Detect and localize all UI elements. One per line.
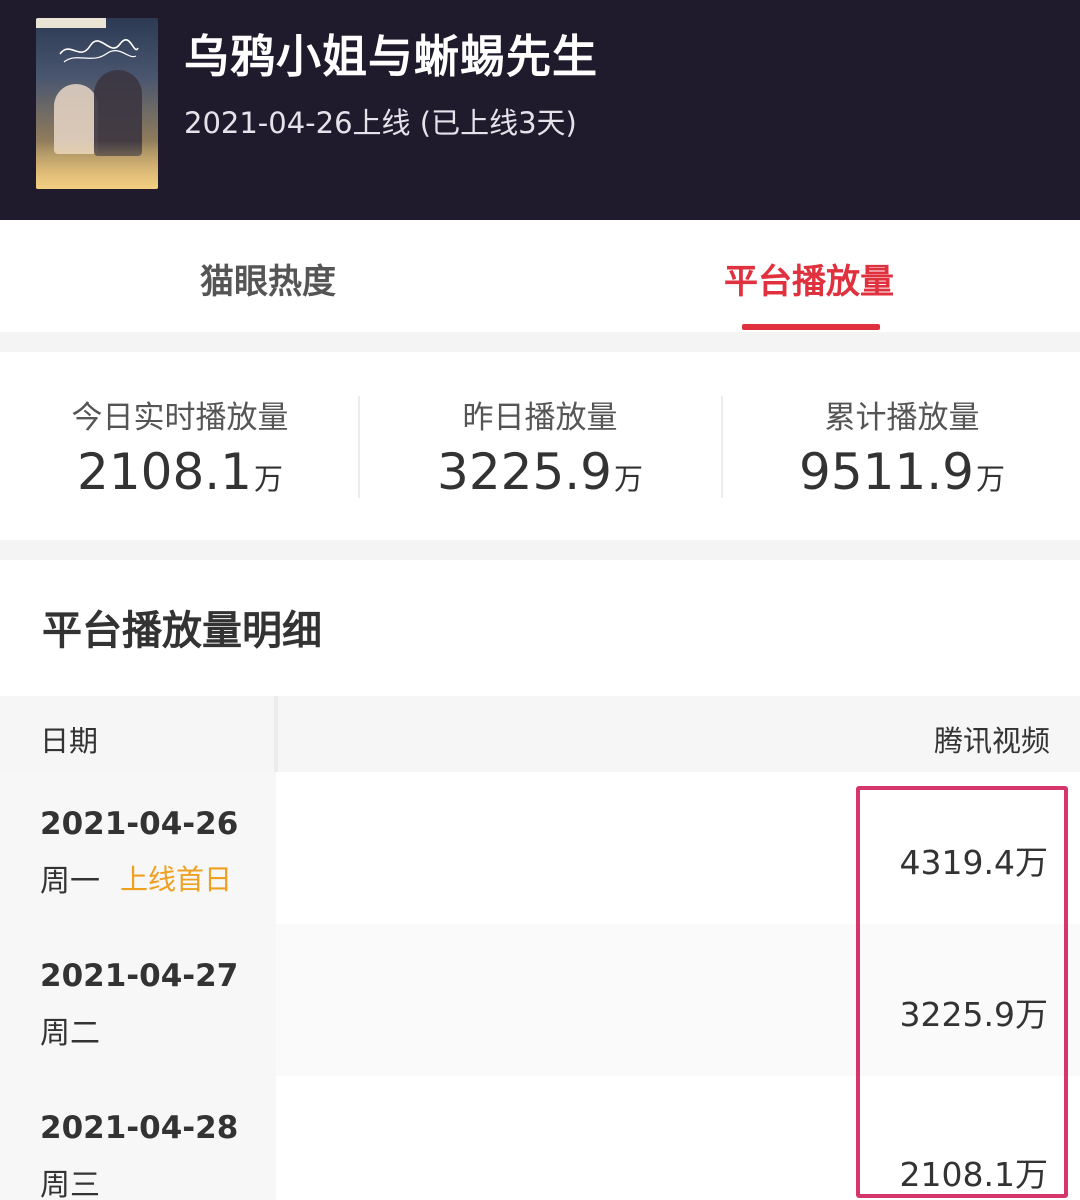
row-weekday: 周三 xyxy=(40,1168,100,1200)
stat-value: 2108.1 xyxy=(77,443,252,501)
row-weekday: 周二 xyxy=(40,1016,100,1051)
stat-unit: 万 xyxy=(975,462,1005,496)
column-separator xyxy=(274,696,278,772)
stat-total: 累计播放量 9511.9万 xyxy=(722,392,1080,501)
poster-glow xyxy=(36,141,158,189)
poster-badge xyxy=(36,18,106,28)
row-date: 2021-04-26 xyxy=(40,806,239,842)
drama-poster-image[interactable] xyxy=(36,18,158,189)
drama-header: 乌鸦小姐与蜥蜴先生 2021-04-26上线 (已上线3天) xyxy=(0,0,1080,220)
section-gap xyxy=(0,332,1080,352)
stat-value: 3225.9 xyxy=(437,443,612,501)
tab-maoyan-heat[interactable]: 猫眼热度 xyxy=(200,254,336,303)
column-header-tencent-video[interactable]: 腾讯视频 xyxy=(934,718,1050,760)
play-stats-summary: 今日实时播放量 2108.1万 昨日播放量 3225.9万 累计播放量 9511… xyxy=(0,352,1080,540)
stat-value-wrap: 9511.9万 xyxy=(722,443,1080,501)
stat-value: 9511.9 xyxy=(799,443,974,501)
section-title: 平台播放量明细 xyxy=(42,608,322,654)
row-date: 2021-04-28 xyxy=(40,1110,239,1146)
stat-today: 今日实时播放量 2108.1万 xyxy=(0,392,360,501)
release-info: 2021-04-26上线 (已上线3天) xyxy=(184,106,577,140)
column-header-date: 日期 xyxy=(40,724,99,758)
table-header: 日期 腾讯视频 xyxy=(0,696,1080,772)
stat-unit: 万 xyxy=(613,462,643,496)
poster-title-art xyxy=(59,39,139,63)
date-cell xyxy=(0,772,276,924)
stat-label: 昨日播放量 xyxy=(462,400,618,436)
stat-value-wrap: 2108.1万 xyxy=(0,443,360,501)
row-date: 2021-04-27 xyxy=(40,958,239,994)
date-cell xyxy=(0,924,276,1076)
stat-label: 今日实时播放量 xyxy=(71,400,289,436)
tab-platform-plays[interactable]: 平台播放量 xyxy=(724,254,894,303)
section-gap xyxy=(0,540,1080,560)
active-tab-indicator xyxy=(742,324,880,330)
stat-label: 累计播放量 xyxy=(824,400,980,436)
stat-yesterday: 昨日播放量 3225.9万 xyxy=(360,392,720,501)
tab-bar: 猫眼热度 平台播放量 xyxy=(0,220,1080,332)
row-weekday: 周一 xyxy=(40,864,100,899)
highlight-annotation-box xyxy=(856,786,1068,1198)
drama-title: 乌鸦小姐与蜥蜴先生 xyxy=(184,30,599,83)
stat-value-wrap: 3225.9万 xyxy=(360,443,720,501)
launch-day-tag: 上线首日 xyxy=(120,863,233,896)
stat-unit: 万 xyxy=(253,462,283,496)
